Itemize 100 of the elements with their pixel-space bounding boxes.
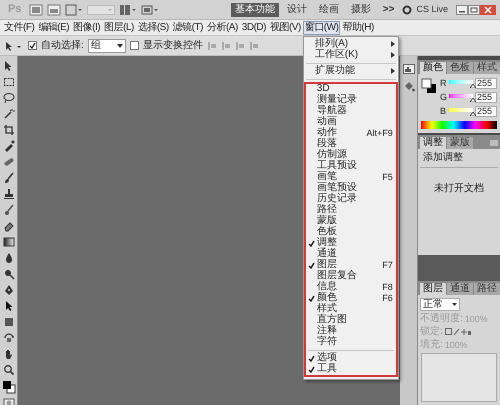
menu-item[interactable]: 段落	[306, 138, 396, 150]
menu-bar-item[interactable]: 图层(L)	[102, 20, 136, 34]
shape-tool-icon[interactable]	[2, 316, 14, 328]
menu-item[interactable]: 图层复合	[306, 270, 396, 282]
foreground-background-swatch-icon[interactable]	[421, 78, 437, 94]
zoom-tool-icon[interactable]	[2, 364, 14, 376]
slider-thumb[interactable]	[470, 112, 476, 116]
value-field[interactable]: 255	[475, 106, 497, 117]
menu-item[interactable]: 工具预设	[306, 160, 396, 172]
menu-item[interactable]: 色板	[306, 226, 396, 238]
stamp-icon[interactable]	[2, 188, 14, 200]
panel-tab[interactable]: 图层	[420, 283, 446, 295]
menu-item[interactable]: 直方图	[306, 314, 396, 326]
minimize-icon[interactable]	[456, 4, 468, 14]
menu-bar-item[interactable]: 帮助(H)	[340, 20, 376, 34]
menu-item[interactable]: 仿制源	[306, 150, 396, 160]
magic-wand-icon[interactable]	[2, 108, 14, 120]
menu-item[interactable]: 画笔预设	[306, 182, 396, 194]
menu-item[interactable]: 选项	[306, 352, 396, 364]
menu-item[interactable]: 排列(A)	[304, 38, 398, 50]
menu-bar-item[interactable]: 图像(I)	[71, 20, 102, 34]
menu-bar-item[interactable]: 选择(S)	[136, 20, 171, 34]
panel-menu-icon[interactable]	[490, 140, 498, 146]
workspace-button[interactable]: 绘画	[314, 2, 343, 16]
marquee-tool-icon[interactable]	[2, 76, 14, 88]
menu-bar-item[interactable]: 编辑(E)	[36, 20, 72, 34]
value-field[interactable]: 255	[475, 78, 497, 89]
panel-tab[interactable]: 调整	[420, 137, 446, 149]
menu-item[interactable]: 动画	[306, 116, 396, 128]
channel-label: R	[440, 79, 447, 88]
gradient-icon[interactable]	[2, 236, 14, 248]
restore-icon[interactable]	[468, 4, 480, 14]
panel-tab[interactable]: 样式	[474, 62, 500, 74]
cs-live-button[interactable]: CS Live	[416, 5, 448, 14]
slider-track[interactable]	[449, 79, 473, 88]
slider-track[interactable]	[449, 93, 473, 102]
crop-tool-icon[interactable]	[2, 124, 14, 136]
menu-item[interactable]: 扩展功能	[304, 66, 398, 76]
workspace-button[interactable]: 摄影	[346, 2, 375, 16]
lasso-tool-icon[interactable]	[2, 92, 14, 104]
move-tool-preset-icon[interactable]	[4, 40, 24, 52]
color-swatches-icon[interactable]	[2, 380, 16, 394]
checkbox[interactable]	[130, 41, 139, 50]
lock-options-icon[interactable]	[444, 328, 471, 336]
brush-icon[interactable]	[2, 172, 14, 184]
menu-item[interactable]: 3D	[306, 84, 396, 94]
history-brush-icon[interactable]	[2, 204, 14, 216]
menu-item[interactable]: 蒙版	[306, 216, 396, 226]
menu-bar-item[interactable]: 文件(F)	[2, 20, 36, 34]
color-spectrum-bar[interactable]	[421, 121, 497, 129]
menu-item[interactable]: 图层 F7	[306, 260, 396, 270]
workspace-button[interactable]: 设计	[282, 2, 311, 16]
close-icon[interactable]	[480, 4, 496, 14]
menu-item[interactable]: 工作区(K)	[304, 50, 398, 60]
blend-mode-dropdown[interactable]: 正常	[420, 298, 460, 311]
auto-select-label: 自动选择:	[41, 40, 84, 50]
menu-item[interactable]: 历史记录	[306, 194, 396, 204]
menu-bar-item[interactable]: 视图(V)	[268, 20, 303, 34]
menu-item[interactable]: 导航器	[306, 106, 396, 116]
3d-rotate-icon[interactable]	[2, 332, 14, 344]
menu-item[interactable]: 通道	[306, 248, 396, 260]
cs-live-icon[interactable]	[402, 4, 412, 14]
histogram-panel-icon[interactable]	[402, 64, 414, 74]
slider-track[interactable]	[449, 107, 473, 116]
menu-item[interactable]: 信息 F8	[306, 282, 396, 292]
panel-tab[interactable]: 色板	[447, 62, 473, 74]
menu-item[interactable]: 字符	[306, 336, 396, 348]
slider-thumb[interactable]	[470, 98, 476, 102]
empty-message: 未打开文档	[433, 184, 485, 194]
menu-bar-item[interactable]: 3D(D)	[240, 20, 268, 34]
eyedropper-icon[interactable]	[2, 140, 14, 152]
arrange-documents-icon[interactable]	[119, 4, 138, 16]
menu-bar-item[interactable]: 滤镜(T)	[170, 20, 205, 34]
menu-item[interactable]: 测量记录	[306, 94, 396, 106]
view-extras-icon[interactable]	[65, 4, 84, 16]
panel-tab[interactable]: 路径	[474, 283, 500, 295]
checkbox[interactable]	[28, 41, 37, 50]
panel-tab[interactable]: 通道	[447, 283, 473, 295]
pen-tool-icon[interactable]	[2, 284, 14, 296]
menu-bar-item[interactable]: 窗口(W)	[302, 20, 340, 34]
auto-select-dropdown[interactable]: 组	[88, 38, 126, 52]
menu-bar-item[interactable]: 分析(A)	[204, 20, 240, 34]
menu-item[interactable]: 调整	[306, 238, 396, 248]
menu-item[interactable]: 动作 Alt+F9	[306, 128, 396, 138]
slider-thumb[interactable]	[470, 84, 476, 88]
menu-item[interactable]: 注释	[306, 326, 396, 336]
menu-item[interactable]: 路径	[306, 204, 396, 216]
caret-icon	[452, 303, 457, 306]
menu-item[interactable]: 画笔 F5	[306, 172, 396, 182]
more-workspaces-button[interactable]: >>	[378, 4, 398, 14]
menu-item[interactable]: 样式	[306, 304, 396, 314]
screen-mode-icon[interactable]	[141, 4, 160, 16]
panel-tab[interactable]: 颜色	[420, 62, 446, 74]
menu-item[interactable]: 颜色 F6	[306, 292, 396, 304]
eraser-icon[interactable]	[2, 220, 14, 232]
value-field[interactable]: 255	[475, 92, 497, 103]
panel-tab[interactable]: 蒙版	[447, 137, 473, 149]
menu-item[interactable]: 工具	[306, 364, 396, 374]
workspace-button[interactable]: 基本功能	[230, 2, 279, 16]
quick-mask-icon[interactable]	[2, 398, 14, 405]
